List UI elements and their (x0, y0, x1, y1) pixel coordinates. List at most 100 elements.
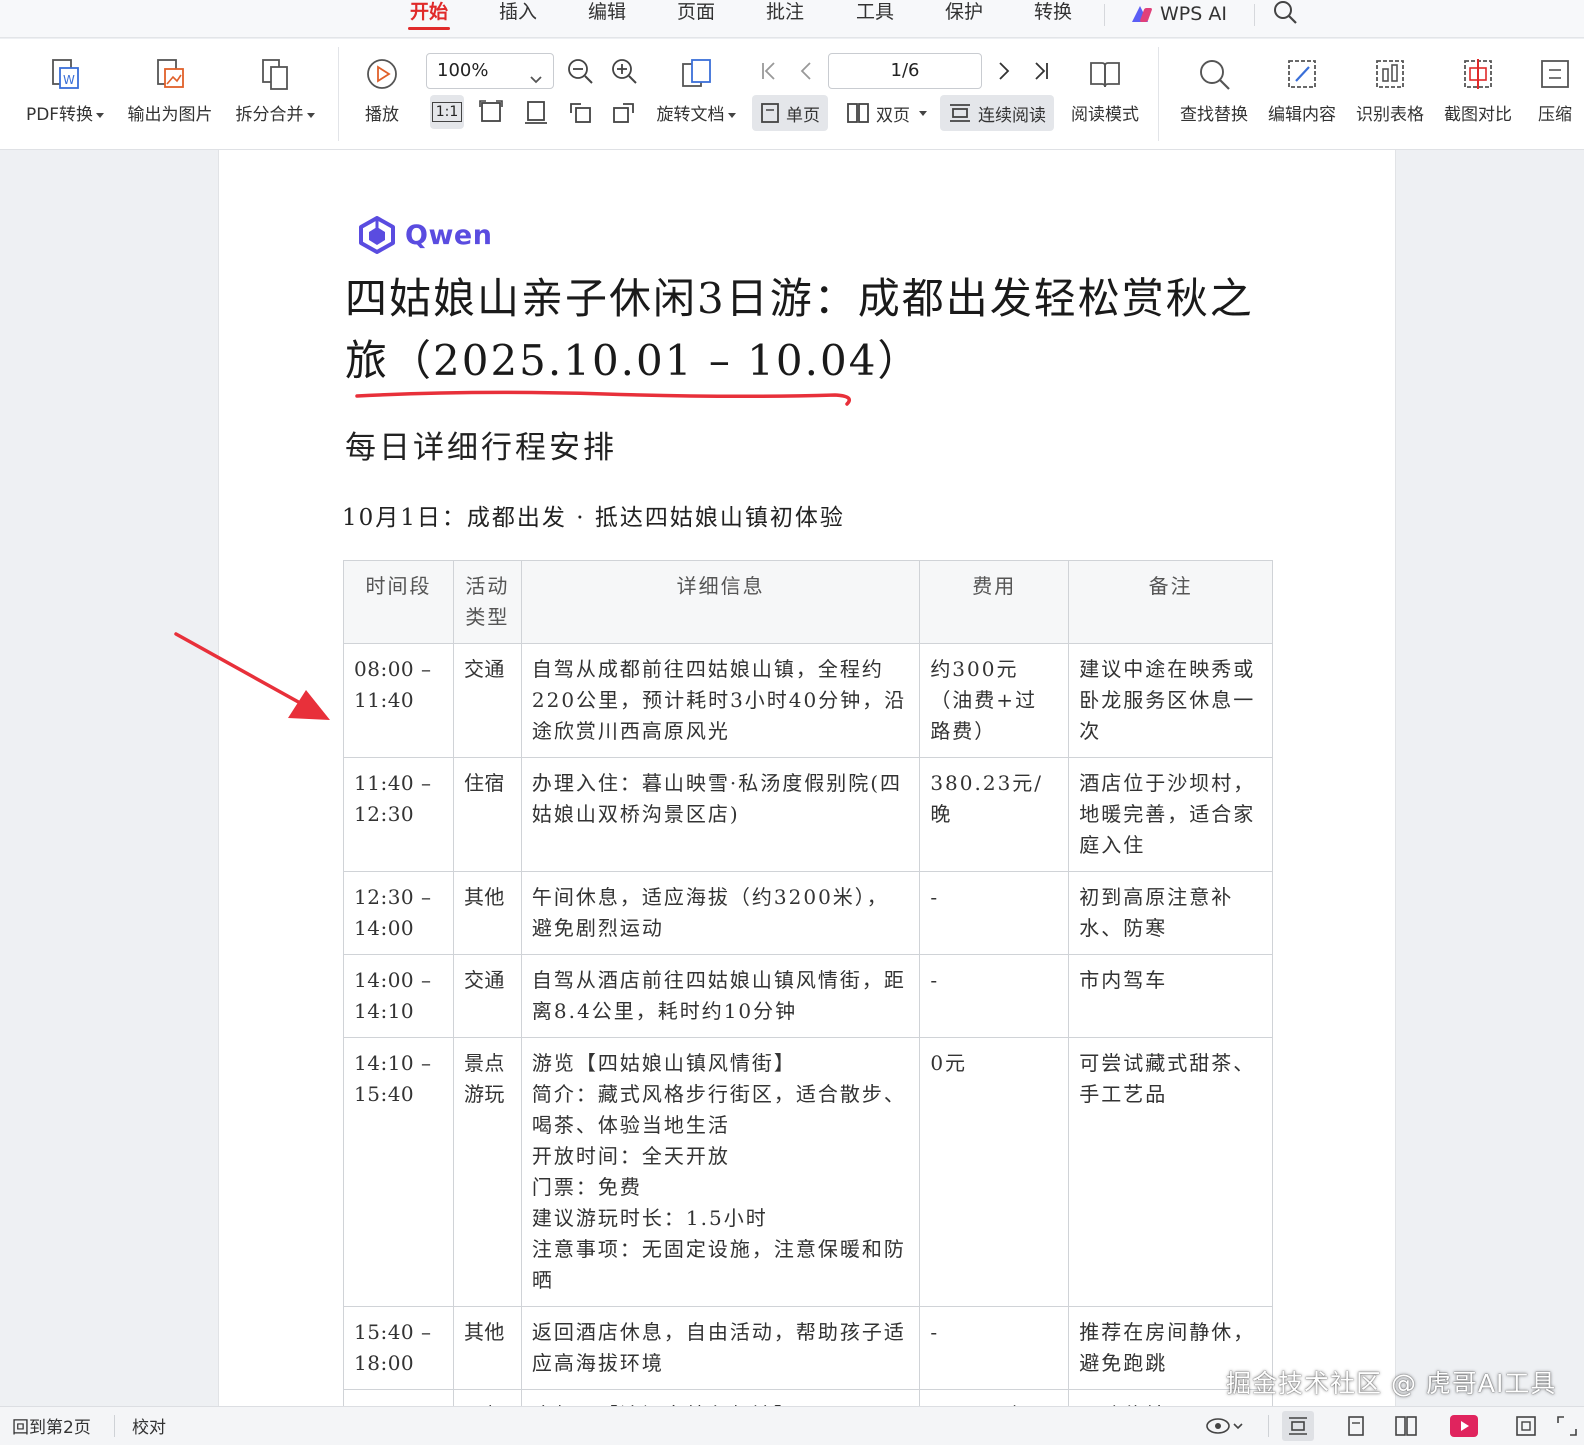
cell-detail: 自驾从成都前往四姑娘山镇，全程约220公里，预计耗时3小时40分钟，沿途欣赏川西… (520, 643, 921, 758)
rotate-left-icon[interactable] (563, 95, 597, 129)
play-icon (363, 55, 401, 93)
edit-content-button[interactable]: 编辑内容 (1264, 39, 1340, 145)
rotate-document-icon (677, 55, 715, 93)
header-cost: 费用 (919, 560, 1070, 644)
rotate-document-button[interactable]: 旋转文档 (652, 39, 740, 145)
compress-icon (1536, 55, 1574, 93)
document-page: Qwen 四姑娘山亲子休闲3日游：成都出发轻松赏秋之旅（2025.10.01 –… (218, 150, 1396, 1406)
header-note: 备注 (1068, 560, 1273, 644)
actual-size-button[interactable]: 1:1 (430, 95, 464, 129)
cell-cost: - (919, 1306, 1070, 1390)
compress-button[interactable]: 压缩 (1530, 39, 1584, 145)
cell-detail: 自驾从酒店前往四姑娘山镇风情街，距离8.4公里，耗时约10分钟 (520, 954, 921, 1038)
recognize-table-button[interactable]: 识别表格 (1352, 39, 1428, 145)
split-merge-icon (256, 55, 294, 93)
section-title: 每日详细行程安排 (345, 430, 617, 466)
double-page-label: 双页 (876, 105, 910, 126)
watermark: 掘金技术社区 @ 虎哥AI工具 (1226, 1369, 1557, 1398)
single-page-label: 单页 (786, 105, 820, 126)
cell-note: 酒店位于沙坝村，地暖完善，适合家庭入住 (1068, 757, 1273, 872)
cell-type: 交通 (452, 643, 522, 758)
compress-label: 压缩 (1538, 105, 1572, 125)
previous-page-icon[interactable] (790, 54, 824, 88)
continuous-read-icon (950, 104, 970, 122)
wps-ai-button[interactable]: WPS AI (1130, 0, 1227, 28)
cell-cost: - (919, 954, 1070, 1038)
qwen-logo-text: Qwen (405, 219, 493, 251)
rotate-right-icon[interactable] (607, 95, 641, 129)
zoom-select[interactable]: 100% (426, 53, 554, 89)
double-page-button[interactable]: 双页 (838, 95, 935, 131)
next-page-icon[interactable] (986, 54, 1020, 88)
back-to-page-link[interactable]: 回到第2页 (12, 1413, 91, 1438)
fit-width-icon[interactable] (519, 95, 553, 129)
chevron-down-icon (727, 112, 736, 118)
eye-protection-icon[interactable] (1200, 1411, 1248, 1441)
play-button[interactable]: 播放 (358, 39, 406, 145)
continuous-read-button[interactable]: 连续阅读 (940, 95, 1054, 131)
chevron-down-icon (919, 110, 927, 116)
tab-protect[interactable]: 保护 (943, 0, 985, 36)
fullscreen-icon[interactable] (1552, 1411, 1582, 1441)
export-image-icon (151, 55, 189, 93)
qwen-logo: Qwen (357, 216, 492, 254)
screenshot-compare-button[interactable]: 截图对比 (1440, 39, 1516, 145)
zoom-value: 100% (437, 60, 489, 81)
table-row: 18:00 – 用餐 晚餐于【渝门客特色餐馆】 210元（3 口味偏辣，可要 (343, 1389, 1273, 1406)
fit-page-icon[interactable] (474, 95, 508, 129)
export-image-button[interactable]: 输出为图片 (124, 39, 216, 145)
header-detail: 详细信息 (520, 560, 921, 644)
red-arrow-annotation (174, 632, 330, 720)
cell-detail: 返回酒店休息，自由活动，帮助孩子适应高海拔环境 (520, 1306, 921, 1390)
find-replace-button[interactable]: 查找替换 (1176, 39, 1252, 145)
reading-mode-button[interactable]: 阅读模式 (1066, 39, 1144, 145)
reading-view-icon[interactable] (1510, 1411, 1542, 1441)
document-title: 四姑娘山亲子休闲3日游：成都出发轻松赏秋之旅（2025.10.01 – 10.0… (345, 274, 1254, 385)
single-view-icon[interactable] (1340, 1411, 1372, 1441)
tab-comment[interactable]: 批注 (764, 0, 806, 36)
pdf-convert-button[interactable]: W PDF转换 (20, 39, 110, 145)
chevron-down-icon (96, 112, 105, 118)
continuous-view-icon[interactable] (1282, 1411, 1314, 1441)
table-row: 15:40 – 18:00 其他 返回酒店休息，自由活动，帮助孩子适应高海拔环境… (343, 1306, 1273, 1390)
cell-type: 交通 (452, 954, 522, 1038)
zoom-out-icon[interactable] (563, 54, 597, 88)
table-row: 08:00 – 11:40 交通 自驾从成都前往四姑娘山镇，全程约220公里，预… (343, 643, 1273, 758)
wps-ai-label: WPS AI (1160, 3, 1227, 25)
rotate-document-label: 旋转文档 (656, 105, 725, 125)
cell-note: 初到高原注意补水、防寒 (1068, 871, 1273, 955)
status-divider (1268, 1415, 1269, 1437)
cell-time: 12:30 – 14:00 (343, 871, 454, 955)
cell-time: 18:00 – (343, 1389, 454, 1406)
cell-time: 14:00 – 14:10 (343, 954, 454, 1038)
double-view-icon[interactable] (1390, 1411, 1422, 1441)
recognize-table-label: 识别表格 (1356, 105, 1424, 125)
status-bar: 回到第2页 校对 (0, 1406, 1584, 1445)
continuous-read-label: 连续阅读 (978, 105, 1046, 126)
tab-page[interactable]: 页面 (675, 0, 717, 36)
tab-convert[interactable]: 转换 (1032, 0, 1074, 36)
first-page-icon[interactable] (752, 54, 786, 88)
cell-time: 11:40 – 12:30 (343, 757, 454, 872)
pdf-convert-icon: W (46, 55, 84, 93)
cell-time: 14:10 – 15:40 (343, 1037, 454, 1307)
cell-type: 住宿 (452, 757, 522, 872)
find-replace-icon (1195, 55, 1233, 93)
proofread-button[interactable]: 校对 (132, 1413, 166, 1438)
tab-start[interactable]: 开始 (408, 0, 450, 36)
double-page-icon (847, 103, 869, 123)
last-page-icon[interactable] (1024, 54, 1058, 88)
search-icon[interactable] (1272, 0, 1300, 28)
reading-mode-label: 阅读模式 (1071, 105, 1139, 125)
tab-edit[interactable]: 编辑 (586, 0, 628, 36)
red-underline-annotation (355, 390, 851, 406)
zoom-in-icon[interactable] (607, 54, 641, 88)
screenshot-compare-icon (1459, 55, 1497, 93)
single-page-button[interactable]: 单页 (752, 95, 828, 131)
tab-insert[interactable]: 插入 (497, 0, 539, 36)
chevron-down-icon (529, 64, 543, 98)
split-merge-button[interactable]: 拆分合并 (230, 39, 320, 145)
page-number-input[interactable]: 1/6 (828, 53, 982, 89)
play-slideshow-icon[interactable] (1448, 1411, 1480, 1441)
tab-tools[interactable]: 工具 (854, 0, 896, 36)
